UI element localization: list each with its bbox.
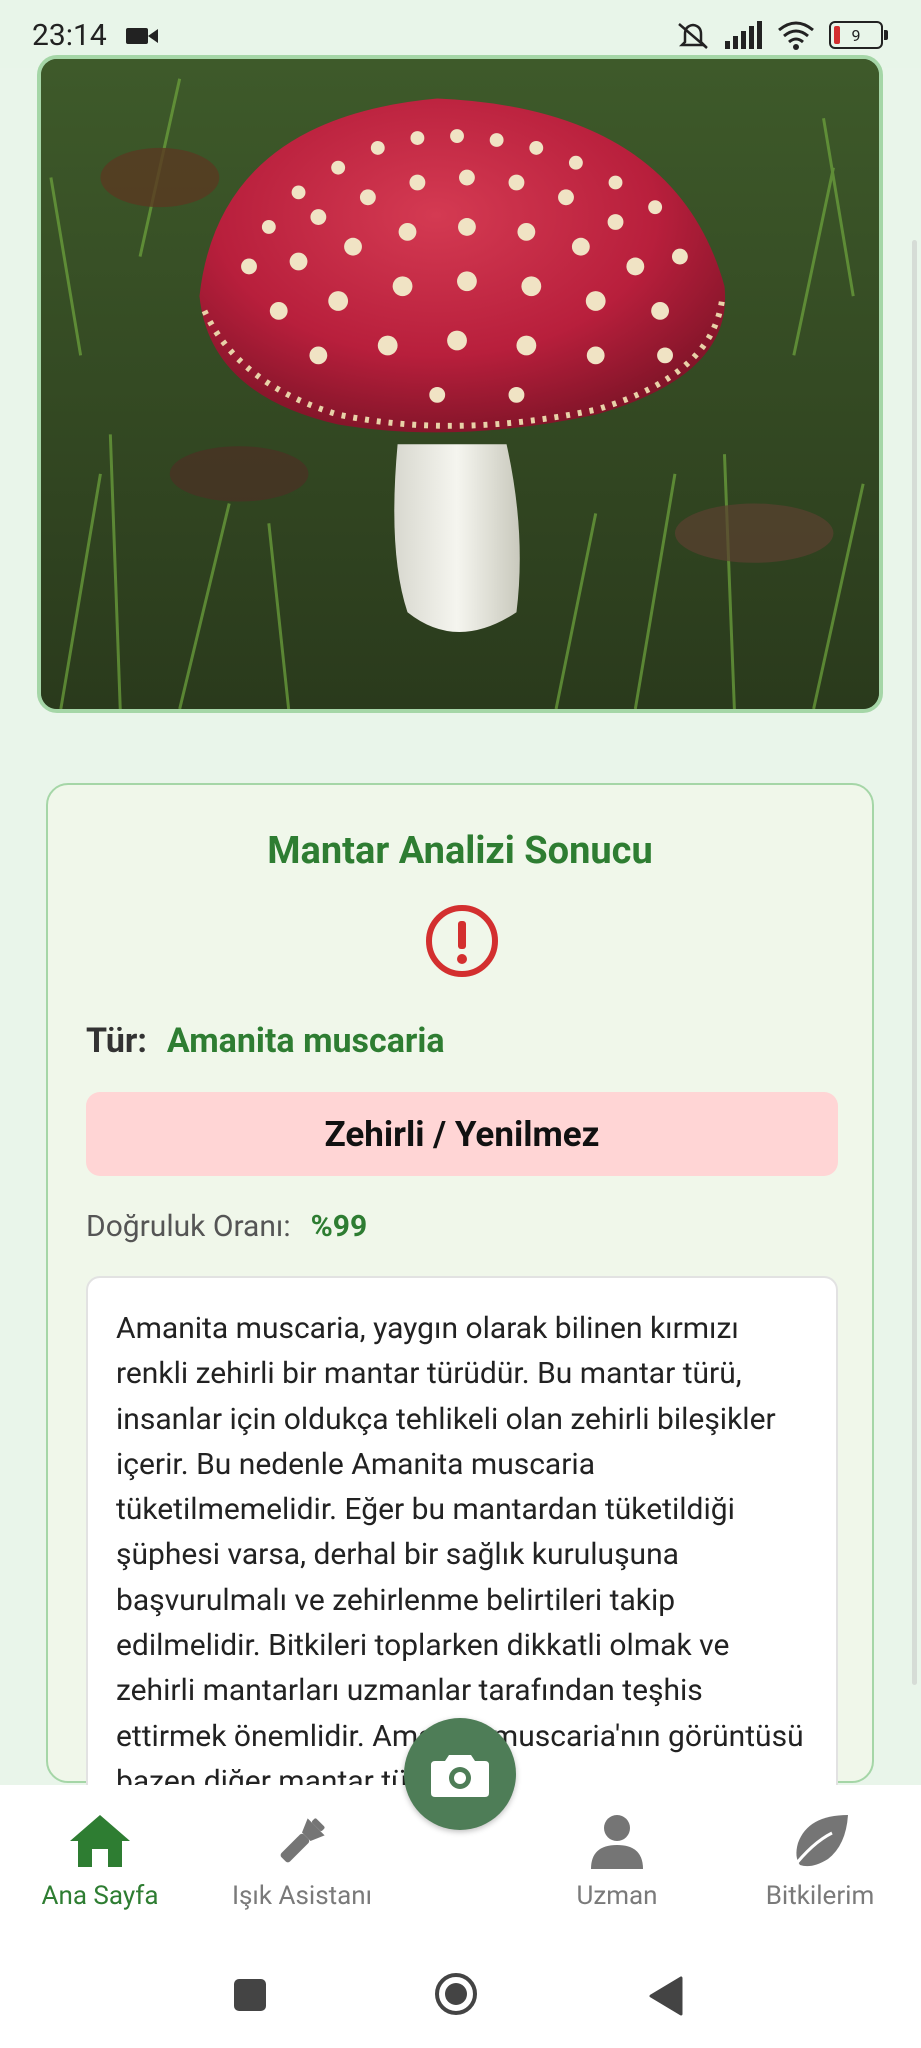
accuracy-row: Doğruluk Oranı: %99 — [86, 1209, 367, 1244]
nav-expert[interactable]: Uzman — [527, 1813, 707, 1911]
nav-home-label: Ana Sayfa — [41, 1881, 159, 1911]
species-label: Tür: — [86, 1021, 147, 1061]
camera-button[interactable] — [404, 1718, 516, 1830]
silent-icon — [678, 23, 708, 49]
warning-circle-icon — [426, 905, 498, 977]
accuracy-label: Doğruluk Oranı: — [86, 1209, 291, 1244]
system-nav-bar — [0, 1945, 921, 2048]
result-title: Mantar Analizi Sonucu — [267, 829, 653, 873]
nav-my-plants[interactable]: Bitkilerim — [730, 1813, 910, 1911]
wifi-icon — [778, 21, 814, 50]
status-icons: 9 — [675, 20, 888, 50]
battery-level: 9 — [851, 25, 861, 45]
home-button[interactable] — [433, 1971, 479, 2017]
nav-expert-label: Uzman — [576, 1881, 658, 1911]
status-time: 23:14 — [32, 18, 107, 53]
nav-my-plants-label: Bitkilerim — [765, 1881, 875, 1911]
video-camera-icon — [126, 28, 158, 44]
person-icon — [591, 1815, 643, 1869]
recents-button[interactable] — [230, 1975, 270, 2015]
species-row: Tür: Amanita muscaria — [86, 1021, 445, 1061]
species-name: Amanita muscaria — [166, 1021, 445, 1061]
leaf-icon — [790, 1815, 848, 1869]
nav-home[interactable]: Ana Sayfa — [10, 1813, 190, 1911]
mushroom-photo — [37, 55, 883, 713]
analysis-result-card: Mantar Analizi Sonucu Tür: Amanita muscar… — [46, 783, 874, 1836]
battery-icon: 9 — [829, 21, 888, 49]
accuracy-value: %99 — [310, 1209, 368, 1244]
flashlight-icon — [280, 1818, 325, 1863]
camera-icon — [431, 1755, 489, 1797]
home-icon — [70, 1815, 130, 1867]
scrollbar[interactable] — [912, 240, 917, 1685]
nav-light-assistant[interactable]: Işık Asistanı — [212, 1813, 392, 1911]
toxicity-badge: Zehirli / Yenilmez — [86, 1092, 838, 1176]
signal-icon — [725, 21, 762, 49]
nav-light-assistant-label: Işık Asistanı — [231, 1881, 373, 1911]
back-button[interactable] — [645, 1975, 685, 2017]
